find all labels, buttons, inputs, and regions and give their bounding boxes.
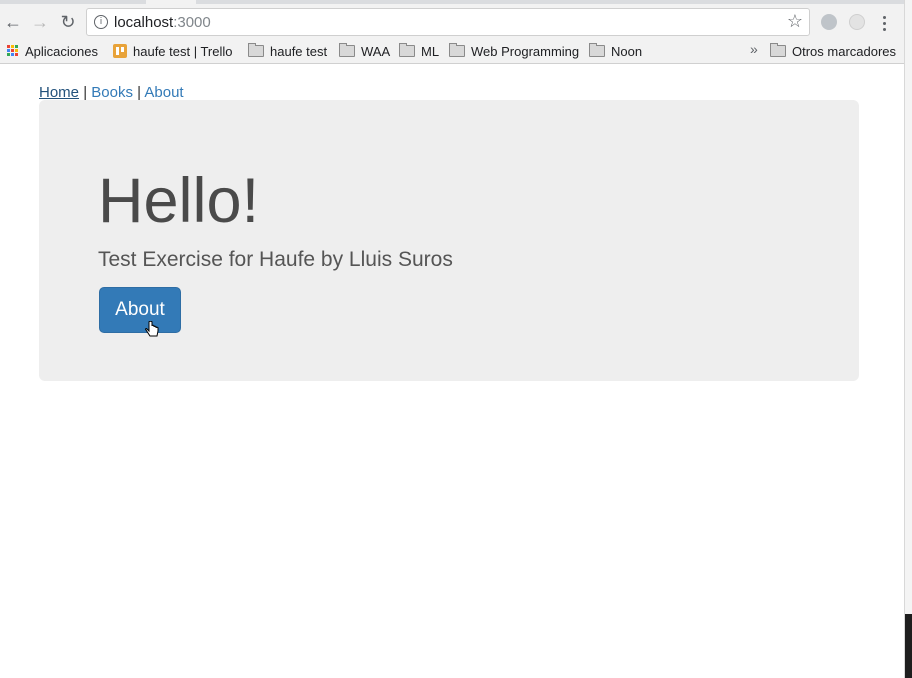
url-host: localhost <box>114 14 174 31</box>
bookmark-folder-ml[interactable]: ML <box>399 42 439 60</box>
hero-lead-text: Test Exercise for Haufe by Lluis Suros <box>98 248 453 271</box>
info-icon[interactable]: i <box>94 15 108 29</box>
hero-heading: Hello! <box>98 166 260 236</box>
forward-icon[interactable]: → <box>31 13 49 31</box>
page-content: Home | Books | About Hello! Test Exercis… <box>0 64 904 678</box>
bookmark-folder-web-programming[interactable]: Web Programming <box>449 42 579 60</box>
bookmark-label: WAA <box>361 43 391 59</box>
bookmark-folder-noon[interactable]: Noon <box>589 42 642 60</box>
bookmarks-bar: Aplicaciones haufe test | Trello haufe t… <box>0 40 904 64</box>
jumbotron: Hello! Test Exercise for Haufe by Lluis … <box>39 100 859 381</box>
menu-icon[interactable] <box>878 14 892 32</box>
apps-icon <box>7 45 19 57</box>
bookmark-trello[interactable]: haufe test | Trello <box>113 42 233 60</box>
bookmarks-overflow-icon[interactable]: » <box>750 41 758 57</box>
bookmark-folder-waa[interactable]: WAA <box>339 42 390 60</box>
nav-separator: | <box>83 84 88 101</box>
folder-icon <box>449 43 465 57</box>
adjacent-window-edge <box>904 0 912 678</box>
folder-icon <box>339 43 355 57</box>
url-port: :3000 <box>173 14 211 31</box>
folder-icon <box>399 43 415 57</box>
bookmark-folder-other[interactable]: Otros marcadores <box>770 42 896 60</box>
top-nav: Home | Books | About <box>39 84 184 101</box>
folder-icon <box>770 43 786 57</box>
bookmark-label: haufe test | Trello <box>133 43 233 59</box>
nav-books-link[interactable]: Books <box>91 84 133 101</box>
url-text: localhost:3000 <box>114 14 211 31</box>
bookmark-label: Noon <box>611 43 643 59</box>
bookmark-label: ML <box>421 43 440 59</box>
bookmark-folder-haufe-test[interactable]: haufe test <box>248 42 327 60</box>
bookmark-label: haufe test <box>270 43 328 59</box>
nav-separator: | <box>137 84 142 101</box>
folder-icon <box>589 43 605 57</box>
hand-cursor-icon <box>145 321 159 337</box>
address-bar[interactable]: i localhost:3000 ☆ <box>86 8 810 36</box>
bookmark-apps[interactable]: Aplicaciones <box>7 42 98 60</box>
bookmark-label: Aplicaciones <box>25 43 98 59</box>
bookmark-star-icon[interactable]: ☆ <box>787 11 803 32</box>
nav-about-link[interactable]: About <box>144 84 183 101</box>
browser-toolbar: ← → ↻ i localhost:3000 ☆ <box>0 4 904 40</box>
folder-icon <box>248 43 264 57</box>
back-icon[interactable]: ← <box>4 13 22 31</box>
trello-icon <box>113 44 127 58</box>
extension-icon[interactable] <box>849 14 865 30</box>
bookmark-label: Otros marcadores <box>792 43 897 59</box>
reload-icon[interactable]: ↻ <box>59 13 77 31</box>
react-devtools-icon[interactable] <box>821 14 837 30</box>
adjacent-window-dark-area <box>905 614 912 678</box>
nav-home-link[interactable]: Home <box>39 84 79 101</box>
about-button[interactable]: About <box>99 287 181 333</box>
bookmark-label: Web Programming <box>471 43 580 59</box>
